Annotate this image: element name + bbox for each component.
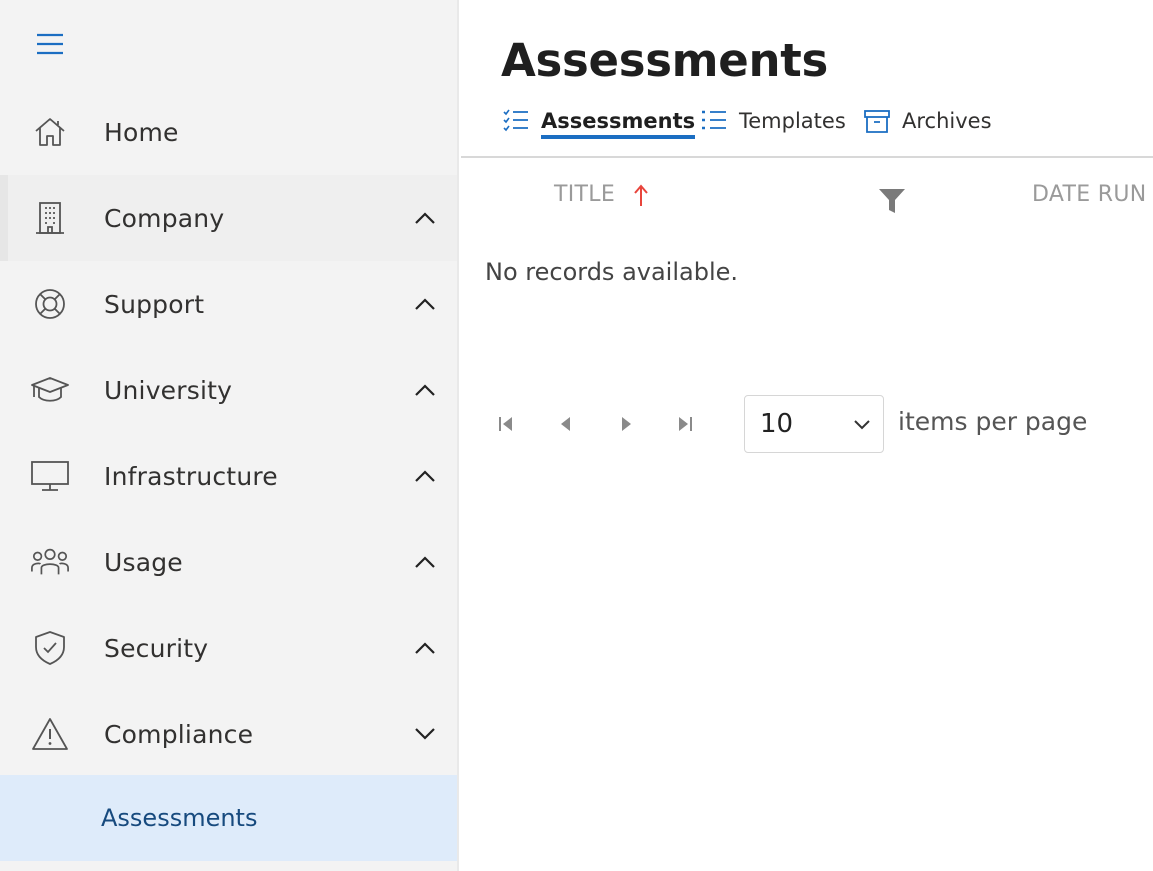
chevron-up-icon[interactable] — [408, 201, 442, 235]
tab-bar: Assessments Templates Archives — [461, 96, 1153, 158]
sort-ascending-icon[interactable] — [631, 182, 651, 208]
users-icon — [30, 542, 70, 582]
items-per-page-label: items per page — [898, 407, 1088, 436]
sidebar-item-university[interactable]: University — [0, 347, 457, 433]
lifebuoy-icon — [30, 284, 70, 324]
filter-icon[interactable] — [877, 186, 907, 216]
pager: 10 items per page — [461, 395, 1153, 455]
empty-message: No records available. — [485, 258, 739, 286]
graduation-cap-icon — [30, 370, 70, 410]
previous-page-icon[interactable] — [551, 409, 581, 439]
sidebar-item-label: Security — [104, 633, 209, 663]
sidebar-item-support[interactable]: Support — [0, 261, 457, 347]
hamburger-menu-icon[interactable] — [28, 24, 72, 64]
archive-icon — [862, 106, 892, 136]
sidebar-item-security[interactable]: Security — [0, 605, 457, 691]
tab-archives[interactable]: Archives — [862, 100, 992, 142]
sidebar: Home Company Support University Infrastr… — [0, 0, 459, 871]
tab-templates[interactable]: Templates — [699, 100, 846, 142]
column-header-date-run[interactable]: DATE RUN — [1032, 182, 1146, 207]
tab-label: Templates — [739, 109, 846, 133]
chevron-down-icon[interactable] — [408, 717, 442, 751]
sidebar-item-label: Home — [104, 117, 179, 147]
checklist-icon — [501, 106, 531, 136]
chevron-up-icon[interactable] — [408, 287, 442, 321]
sidebar-item-compliance[interactable]: Compliance — [0, 691, 457, 777]
chevron-down-icon — [851, 413, 873, 435]
sidebar-item-label: Compliance — [104, 719, 254, 749]
first-page-icon[interactable] — [491, 409, 521, 439]
tab-assessments[interactable]: Assessments — [501, 100, 696, 142]
sidebar-item-label: Infrastructure — [104, 461, 278, 491]
sidebar-item-label: Support — [104, 289, 205, 319]
chevron-up-icon[interactable] — [408, 373, 442, 407]
sidebar-item-company[interactable]: Company — [0, 175, 457, 261]
chevron-up-icon[interactable] — [408, 459, 442, 493]
sidebar-subitem-assessments[interactable]: Assessments — [0, 775, 457, 861]
page-size-value: 10 — [760, 409, 794, 439]
sidebar-subitem-label: Assessments — [101, 804, 258, 832]
next-page-icon[interactable] — [611, 409, 641, 439]
chevron-up-icon[interactable] — [408, 545, 442, 579]
page-size-select[interactable]: 10 — [744, 395, 884, 453]
monitor-icon — [30, 456, 70, 496]
sidebar-item-home[interactable]: Home — [0, 89, 457, 175]
building-icon — [30, 198, 70, 238]
main-content: Assessments Assessments Templates Archiv… — [461, 0, 1153, 871]
tab-label: Assessments — [541, 109, 696, 139]
grid-header: TITLE DATE RUN — [461, 168, 1153, 228]
tab-label: Archives — [902, 109, 992, 133]
sidebar-item-infrastructure[interactable]: Infrastructure — [0, 433, 457, 519]
sidebar-item-label: University — [104, 375, 233, 405]
sidebar-item-usage[interactable]: Usage — [0, 519, 457, 605]
chevron-up-icon[interactable] — [408, 631, 442, 665]
column-header-title[interactable]: TITLE — [554, 182, 615, 207]
sidebar-item-label: Usage — [104, 547, 183, 577]
warning-icon — [30, 714, 70, 754]
shield-check-icon — [30, 628, 70, 668]
list-icon — [699, 106, 729, 136]
home-icon — [30, 112, 70, 152]
sidebar-item-label: Company — [104, 203, 225, 233]
page-title: Assessments — [501, 34, 828, 87]
last-page-icon[interactable] — [670, 409, 700, 439]
